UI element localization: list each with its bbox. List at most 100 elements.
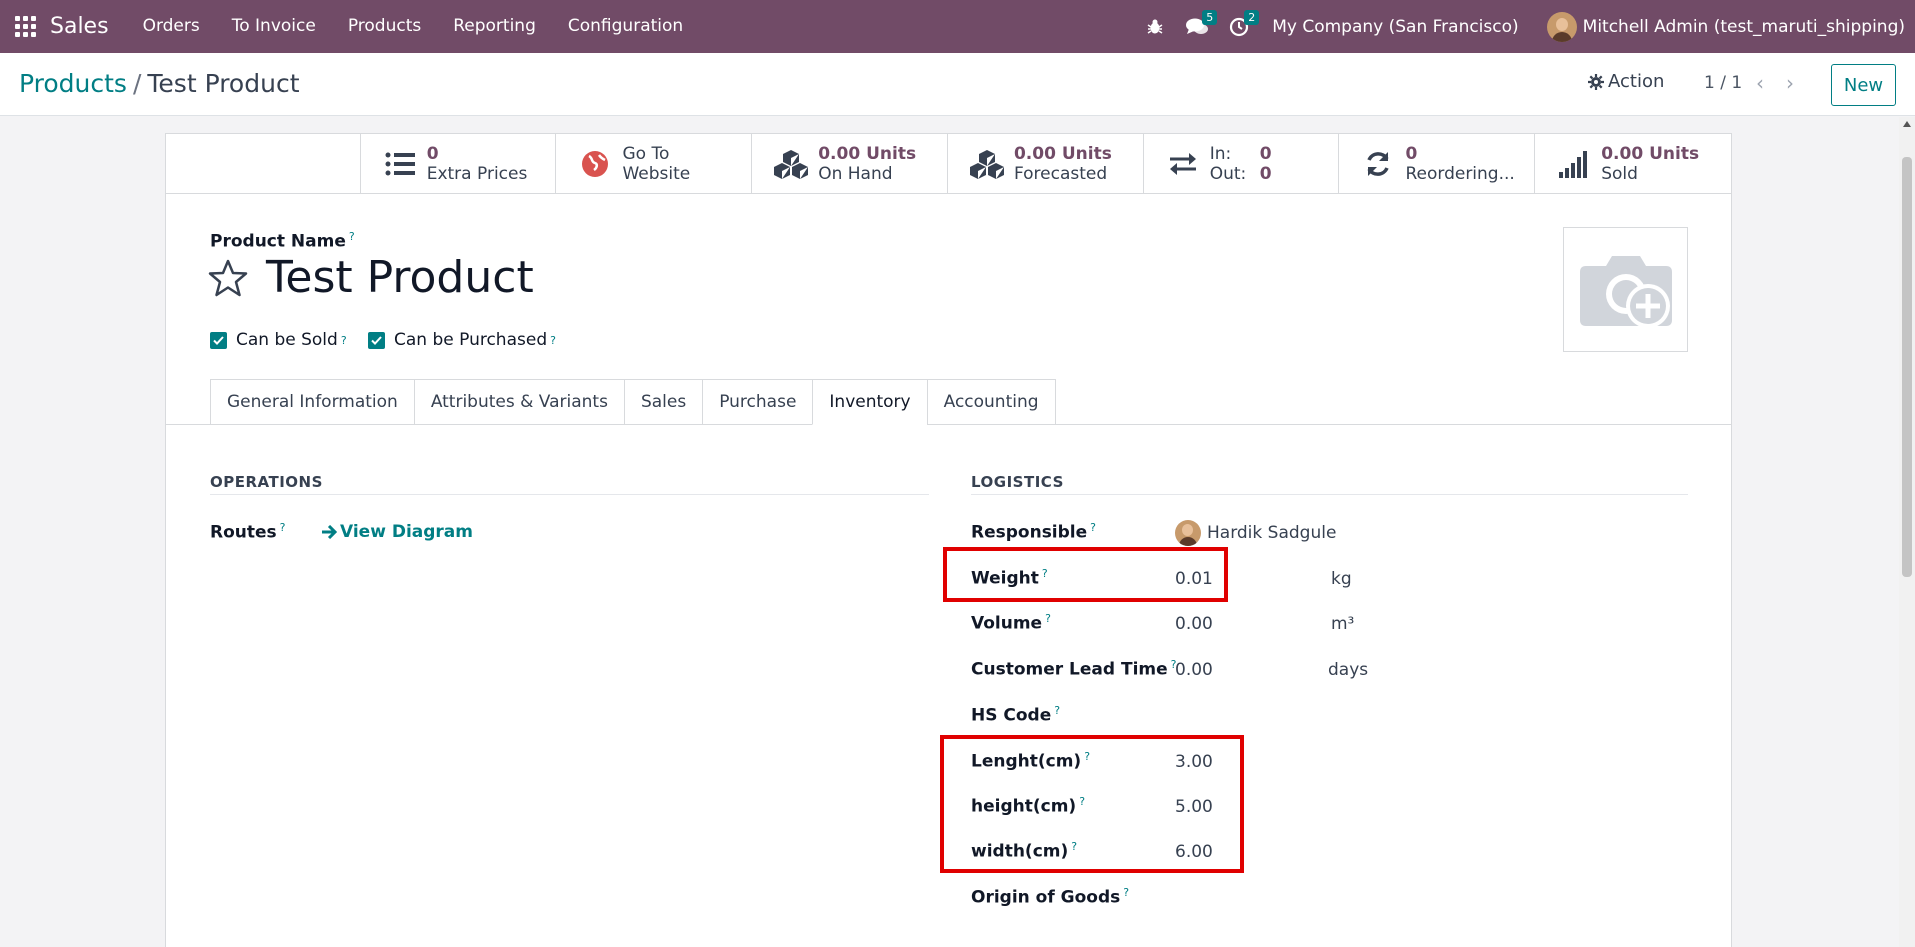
tab-general-information[interactable]: General Information (210, 379, 414, 425)
tab-sales[interactable]: Sales (623, 379, 703, 425)
arrow-right-icon (322, 525, 337, 539)
help-tooltip-icon[interactable]: ? (1054, 704, 1060, 717)
user-menu[interactable]: Mitchell Admin (test_maruti_shipping) (1546, 11, 1905, 42)
menu-products[interactable]: Products (332, 0, 437, 53)
product-name-label: Product Name? (210, 230, 355, 252)
messages-icon[interactable]: 5 (1182, 0, 1218, 53)
tab-purchase[interactable]: Purchase (702, 379, 813, 425)
sold-value: 0.00 Units (1601, 143, 1700, 164)
help-tooltip-icon[interactable]: ? (1123, 886, 1129, 899)
camera-add-icon (1579, 255, 1672, 328)
control-panel: Products / Test Product Action 1 / 1 ‹ › N… (0, 53, 1915, 116)
forecasted-button[interactable]: 0.00 Units Forecasted (948, 134, 1144, 193)
sold-button[interactable]: 0.00 Units Sold (1535, 134, 1731, 193)
volume-unit: m³ (1331, 614, 1355, 634)
cubes-icon (774, 147, 809, 181)
operations-divider (210, 494, 929, 495)
weight-highlight-box (943, 547, 1228, 602)
weight-unit: kg (1331, 569, 1352, 589)
menu-reporting[interactable]: Reporting (437, 0, 552, 53)
page-scrollbar[interactable] (1899, 117, 1915, 947)
tab-accounting[interactable]: Accounting (926, 379, 1056, 425)
pager-next-icon[interactable]: › (1786, 71, 1794, 95)
logistics-divider (971, 494, 1688, 495)
company-switcher[interactable]: My Company (San Francisco) (1272, 17, 1518, 37)
view-diagram-link[interactable]: View Diagram (321, 522, 473, 542)
activities-count-badge: 2 (1244, 10, 1260, 25)
help-tooltip-icon[interactable]: ? (349, 230, 355, 243)
origin-of-goods-label: Origin of Goods? (971, 886, 1130, 908)
dimensions-highlight-box (940, 735, 1244, 873)
app-title[interactable]: Sales (50, 14, 109, 39)
globe-icon (578, 147, 612, 181)
help-tooltip-icon[interactable]: ? (1045, 612, 1051, 625)
user-avatar (1546, 11, 1577, 42)
volume-input[interactable]: 0.00 (1175, 614, 1213, 634)
activities-clock-icon[interactable]: 2 (1224, 0, 1260, 53)
list-icon (383, 147, 417, 181)
breadcrumb-separator: / (132, 69, 142, 98)
tab-attributes-variants[interactable]: Attributes & Variants (413, 379, 624, 425)
breadcrumb-products-link[interactable]: Products (19, 69, 127, 98)
breadcrumb-current: Test Product (147, 69, 300, 98)
forecasted-value: 0.00 Units (1013, 143, 1112, 164)
website-line2: Website (622, 163, 691, 184)
messages-count-badge: 5 (1202, 10, 1218, 25)
scrollbar-thumb[interactable] (1902, 157, 1912, 577)
customer-lead-time-unit: days (1328, 660, 1369, 680)
extra-prices-label: Extra Prices (426, 163, 528, 184)
checkbox-checked-icon (210, 331, 227, 349)
menu-configuration[interactable]: Configuration (552, 0, 699, 53)
debug-bug-icon[interactable] (1140, 0, 1170, 53)
help-tooltip-icon[interactable]: ? (280, 521, 286, 534)
on-hand-button[interactable]: 0.00 Units On Hand (752, 134, 948, 193)
logistics-section-title: LOGISTICS (971, 473, 1064, 491)
help-tooltip-icon[interactable]: ? (1090, 521, 1096, 534)
website-line1: Go To (622, 143, 670, 164)
menu-to-invoice[interactable]: To Invoice (216, 0, 332, 53)
product-name-field[interactable]: Test Product (266, 252, 534, 303)
help-tooltip-icon[interactable]: ? (341, 334, 347, 347)
pager-value[interactable]: 1 / 1 (1704, 73, 1742, 93)
navbar-systray: 5 2 My Company (San Francisco) Mitchell … (1134, 0, 1915, 53)
cubes-icon (969, 147, 1004, 181)
breadcrumb: Products / Test Product (19, 69, 300, 98)
checkbox-checked-icon (368, 331, 385, 349)
in-out-button[interactable]: In: 0 Out: 0 (1144, 134, 1340, 193)
reordering-value: 0 (1405, 143, 1418, 164)
reordering-label: Reordering... (1405, 163, 1515, 184)
routes-label: Routes? (210, 521, 286, 543)
on-hand-label: On Hand (818, 163, 893, 184)
out-value: 0 (1259, 163, 1272, 184)
reordering-button[interactable]: 0 Reordering... (1339, 134, 1536, 193)
customer-lead-time-input[interactable]: 0.00 (1175, 660, 1213, 680)
product-image-upload[interactable] (1563, 227, 1688, 352)
out-label: Out: (1209, 163, 1247, 184)
go-to-website-button[interactable]: Go To Website (556, 134, 753, 193)
can-be-purchased-label: Can be Purchased (394, 330, 548, 350)
sold-label: Sold (1601, 163, 1638, 184)
smart-buttons-bar: 0 Extra Prices Go To Website 0.00 Units On … (166, 134, 1731, 194)
extra-prices-value: 0 (426, 143, 439, 164)
operations-section-title: OPERATIONS (210, 473, 323, 491)
scroll-up-arrow-icon[interactable] (1903, 121, 1911, 127)
responsible-value[interactable]: Hardik Sadgule (1207, 523, 1336, 543)
pager-previous-icon[interactable]: ‹ (1756, 71, 1764, 95)
action-button[interactable]: Action (1588, 71, 1664, 92)
menu-orders[interactable]: Orders (127, 0, 216, 53)
volume-label: Volume? (971, 612, 1051, 634)
exchange-arrows-icon (1166, 147, 1200, 181)
user-name: Mitchell Admin (test_maruti_shipping) (1582, 16, 1905, 37)
help-tooltip-icon[interactable]: ? (550, 334, 556, 347)
on-hand-value: 0.00 Units (818, 143, 917, 164)
apps-menu-icon[interactable] (14, 16, 36, 38)
can-be-sold-checkbox[interactable]: Can be Sold? (210, 330, 347, 350)
responsible-avatar (1175, 520, 1201, 546)
gear-icon (1588, 73, 1604, 90)
can-be-purchased-checkbox[interactable]: Can be Purchased? (368, 330, 556, 350)
new-button[interactable]: New (1831, 64, 1896, 106)
hs-code-label: HS Code? (971, 704, 1061, 726)
extra-prices-button[interactable]: 0 Extra Prices (361, 134, 557, 193)
favorite-star-icon[interactable] (208, 259, 248, 301)
tab-inventory[interactable]: Inventory (812, 379, 927, 425)
